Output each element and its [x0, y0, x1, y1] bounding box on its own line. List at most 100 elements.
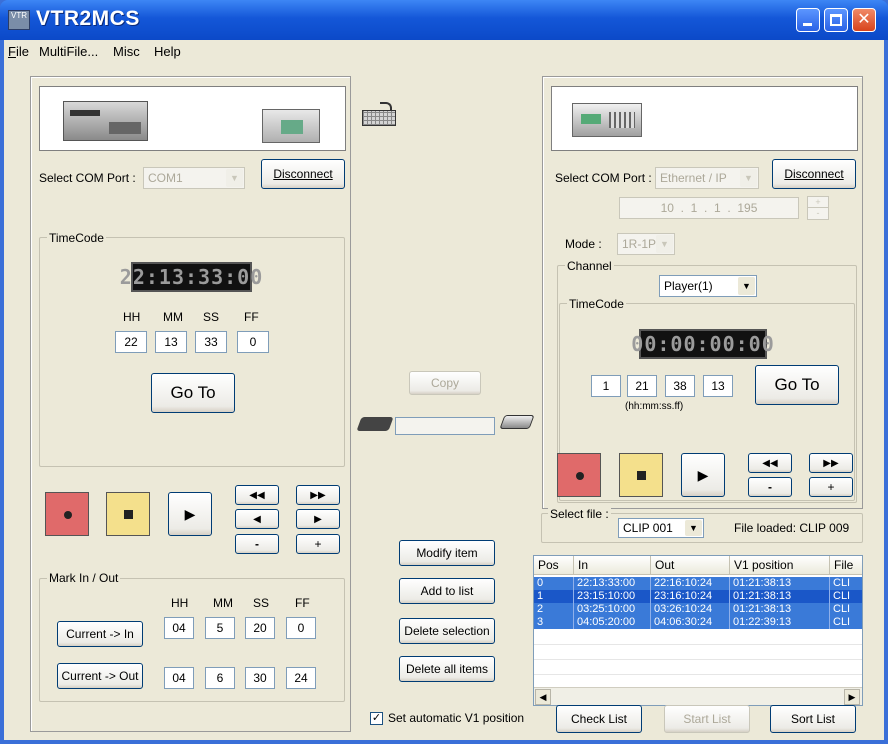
delete-all-button[interactable]: Delete all items	[399, 656, 495, 682]
current-in-button[interactable]: Current -> In	[57, 621, 143, 647]
rewind-icon: ◀◀	[762, 457, 778, 469]
menu-file[interactable]: File	[8, 44, 29, 59]
hh-label: HH	[123, 310, 141, 324]
column-header-pos[interactable]: Pos	[534, 556, 574, 575]
cell-in: 04:05:20:00	[574, 616, 651, 629]
close-icon: ✕	[857, 11, 871, 28]
table-row[interactable]: 0 22:13:33:00 22:16:10:24 01:21:38:13 CL…	[534, 577, 862, 590]
disconnect-button[interactable]: Disconnect	[261, 159, 345, 189]
server-com-port-select[interactable]: Ethernet / IP ▼	[655, 167, 759, 189]
table-row[interactable]: 1 23:15:10:00 23:16:10:24 01:21:38:13 CL…	[534, 590, 862, 603]
modify-item-button[interactable]: Modify item	[399, 540, 495, 566]
cell-v1: 01:21:38:13	[730, 590, 830, 603]
in-mm-input[interactable]: 5	[205, 617, 235, 639]
copy-progress-bar	[395, 417, 495, 435]
server-goto-button[interactable]: Go To	[755, 365, 839, 405]
fast-forward-button[interactable]: ▶▶	[296, 485, 340, 505]
delete-selection-button[interactable]: Delete selection	[399, 618, 495, 644]
maximize-button[interactable]	[824, 8, 848, 32]
add-to-list-button[interactable]: Add to list	[399, 578, 495, 604]
cell-file: CLI	[830, 577, 862, 590]
file-select[interactable]: CLIP 001 ▼	[618, 518, 704, 538]
column-header-in[interactable]: In	[574, 556, 651, 575]
server-mm-input[interactable]: 21	[627, 375, 657, 397]
step-forward-button[interactable]: ▶	[296, 509, 340, 529]
server-ff-input[interactable]: 13	[703, 375, 733, 397]
cell-v1: 01:22:39:13	[730, 616, 830, 629]
sort-list-button[interactable]: Sort List	[770, 705, 856, 733]
plus-button[interactable]: +	[296, 534, 340, 554]
stop-button[interactable]	[106, 492, 150, 536]
auto-v1-checkbox[interactable]: ✓	[370, 712, 383, 725]
cell-in: 22:13:33:00	[574, 577, 651, 590]
minus-button[interactable]: -	[235, 534, 279, 554]
mode-select[interactable]: 1R-1P ▼	[617, 233, 675, 255]
ff-label: FF	[244, 310, 259, 324]
play-icon: ▶	[697, 466, 709, 483]
cell-v1: 01:21:38:13	[730, 577, 830, 590]
goto-mm-input[interactable]: 13	[155, 331, 187, 353]
empty-row	[534, 630, 862, 645]
out-ss-input[interactable]: 30	[245, 667, 275, 689]
clip-list[interactable]: Pos In Out V1 position File 0 22:13:33:0…	[533, 555, 863, 706]
in-ss-input[interactable]: 20	[245, 617, 275, 639]
file-loaded-label: File loaded: CLIP 009	[734, 521, 850, 535]
goto-hh-input[interactable]: 22	[115, 331, 147, 353]
title-bar[interactable]: VTR VTR2MCS ✕	[0, 0, 888, 40]
server-ss-input[interactable]: 38	[665, 375, 695, 397]
keyboard-icon[interactable]	[362, 102, 398, 128]
table-row[interactable]: 2 03:25:10:00 03:26:10:24 01:21:38:13 CL…	[534, 603, 862, 616]
out-ff-input[interactable]: 24	[286, 667, 316, 689]
step-back-button[interactable]: ◀	[235, 509, 279, 529]
server-image-box	[551, 86, 858, 151]
rewind-button[interactable]: ◀◀	[235, 485, 279, 505]
server-com-port-label: Select COM Port :	[555, 171, 652, 185]
menu-misc[interactable]: Misc	[113, 44, 140, 59]
server-device-image	[572, 103, 642, 137]
column-header-v1[interactable]: V1 position	[730, 556, 830, 575]
mark-hh-label: HH	[171, 596, 189, 610]
menu-multifile[interactable]: MultiFile...	[39, 44, 98, 59]
horizontal-scrollbar[interactable]: ◀ ▶	[534, 687, 862, 705]
play-button[interactable]: ▶	[168, 492, 212, 536]
table-row[interactable]: 3 04:05:20:00 04:06:30:24 01:22:39:13 CL…	[534, 616, 862, 629]
in-ff-input[interactable]: 0	[286, 617, 316, 639]
current-out-button[interactable]: Current -> Out	[57, 663, 143, 689]
goto-ss-input[interactable]: 33	[195, 331, 227, 353]
goto-ff-input[interactable]: 0	[237, 331, 269, 353]
menu-help[interactable]: Help	[154, 44, 181, 59]
scroll-right-icon[interactable]: ▶	[844, 689, 860, 705]
in-hh-input[interactable]: 04	[164, 617, 194, 639]
server-plus-button[interactable]: +	[809, 477, 853, 497]
server-record-button[interactable]	[557, 453, 601, 497]
server-play-button[interactable]: ▶	[681, 453, 725, 497]
close-button[interactable]: ✕	[852, 8, 876, 32]
server-hh-input[interactable]: 1	[591, 375, 621, 397]
column-header-out[interactable]: Out	[651, 556, 730, 575]
record-button[interactable]	[45, 492, 89, 536]
cell-out: 03:26:10:24	[651, 603, 730, 616]
vtr-player-image	[262, 109, 320, 143]
goto-button[interactable]: Go To	[151, 373, 235, 413]
channel-select[interactable]: Player(1) ▼	[659, 275, 757, 297]
out-hh-input[interactable]: 04	[164, 667, 194, 689]
start-list-button[interactable]: Start List	[664, 705, 750, 733]
chevron-down-icon: ▼	[656, 235, 673, 253]
server-stop-button[interactable]	[619, 453, 663, 497]
server-minus-button[interactable]: -	[748, 477, 792, 497]
ip-spinner[interactable]: + -	[807, 196, 829, 220]
server-disconnect-button[interactable]: Disconnect	[772, 159, 856, 189]
minimize-icon	[797, 9, 819, 31]
source-vtr-panel: Select COM Port : COM1 ▼ Disconnect Time…	[30, 76, 351, 732]
scroll-left-icon[interactable]: ◀	[535, 689, 551, 705]
copy-button[interactable]: Copy	[409, 371, 481, 395]
column-header-file[interactable]: File	[830, 556, 862, 575]
server-fast-forward-button[interactable]: ▶▶	[809, 453, 853, 473]
ip-address-input[interactable]: 10 . 1 . 1 . 195	[619, 197, 799, 219]
out-mm-input[interactable]: 6	[205, 667, 235, 689]
fast-forward-icon: ▶▶	[823, 457, 839, 469]
server-rewind-button[interactable]: ◀◀	[748, 453, 792, 473]
check-list-button[interactable]: Check List	[556, 705, 642, 733]
minimize-button[interactable]	[796, 8, 820, 32]
com-port-select[interactable]: COM1 ▼	[143, 167, 245, 189]
